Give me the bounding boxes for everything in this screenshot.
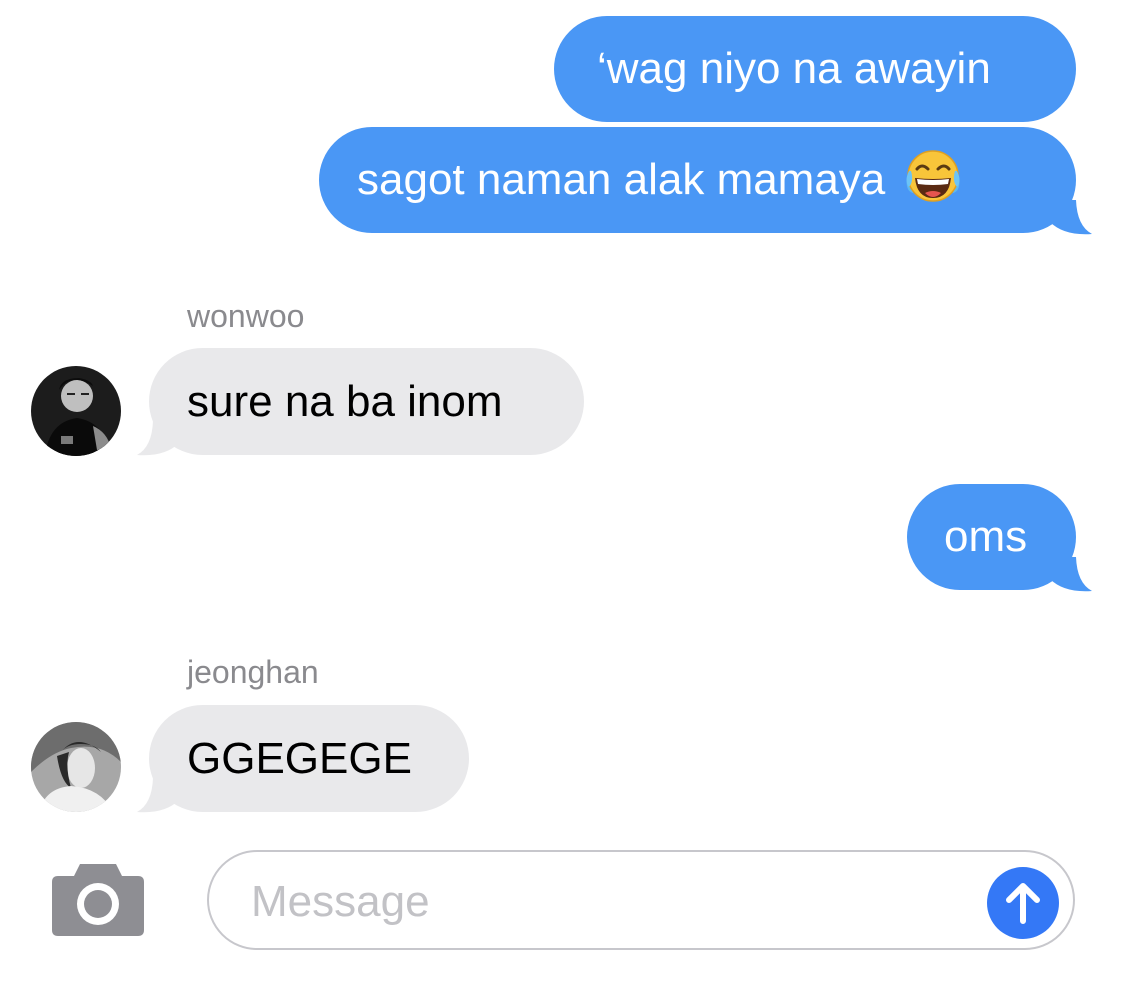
send-button[interactable] (987, 867, 1059, 939)
incoming-bubble-tail (137, 778, 179, 813)
arrow-up-icon (1006, 883, 1040, 924)
message-text: GGEGEGE (187, 733, 412, 783)
avatar[interactable] (31, 366, 121, 456)
incoming-message-bubble[interactable]: sure na ba inom (149, 348, 584, 455)
sender-name: jeonghan (187, 654, 319, 690)
outgoing-message-bubble[interactable]: sagot naman alak mamaya (319, 127, 1076, 233)
outgoing-bubble-tail (1050, 200, 1092, 235)
outgoing-bubble-tail (1050, 557, 1092, 592)
message-text: sagot naman alak mamaya (357, 155, 886, 204)
message-text: sure na ba inom (187, 376, 503, 426)
camera-icon[interactable] (50, 862, 146, 943)
message-text: oms (944, 512, 1028, 561)
message-input-field[interactable] (207, 850, 1075, 950)
avatar[interactable] (31, 722, 121, 812)
face-with-tears-of-joy-icon (903, 147, 963, 213)
incoming-message-bubble[interactable]: GGEGEGE (149, 705, 469, 812)
outgoing-message-bubble[interactable]: ‘wag niyo na awayin (554, 16, 1076, 122)
incoming-bubble-tail (137, 421, 179, 456)
sender-name: wonwoo (187, 298, 305, 334)
message-input[interactable] (251, 876, 951, 928)
message-text: ‘wag niyo na awayin (597, 44, 991, 93)
